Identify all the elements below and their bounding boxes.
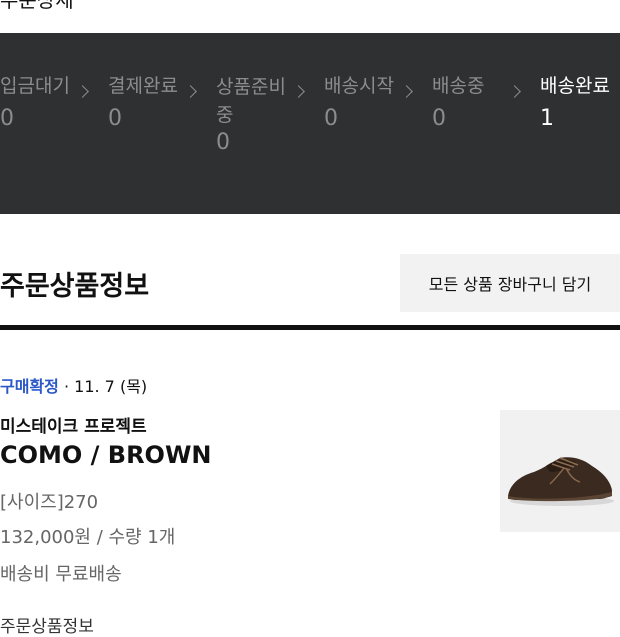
- product-thumbnail[interactable]: [500, 410, 620, 532]
- product-option: [사이즈]270: [0, 492, 99, 513]
- order-status-tracker: 입금대기 0 결제완료 0 상품준비 중 0 배송시작 0 배송중 0 배송완료…: [0, 33, 620, 214]
- order-date: · 11. 7 (목): [58, 377, 148, 396]
- product-name[interactable]: COMO / BROWN: [0, 441, 212, 469]
- product-brand[interactable]: 미스테이크 프로젝트: [0, 412, 147, 437]
- status-step-payment-complete: 결제완료 0: [108, 73, 178, 133]
- status-step-delivered: 배송완료 1: [540, 73, 610, 133]
- status-step-count: 0: [0, 106, 14, 131]
- shoe-icon: [500, 410, 620, 532]
- status-step-count: 1: [540, 106, 554, 131]
- status-step-count: 0: [108, 106, 122, 131]
- status-step-label: 배송중: [432, 75, 485, 97]
- status-step-pending-payment: 입금대기 0: [0, 73, 70, 133]
- status-step-label: 배송시작: [324, 75, 394, 97]
- chevron-right-icon: [76, 85, 89, 98]
- status-step-label: 배송완료: [540, 75, 610, 97]
- product-price-quantity: 132,000원 / 수량 1개: [0, 527, 176, 548]
- status-step-label: 입금대기: [0, 75, 70, 97]
- page-title-partial: 주문상세: [0, 0, 74, 12]
- status-step-count: 0: [324, 106, 338, 131]
- chevron-right-icon: [292, 85, 305, 98]
- status-step-shipping-started: 배송시작 0: [324, 73, 394, 133]
- status-step-in-transit: 배송중 0: [432, 73, 484, 133]
- status-step-label: 결제완료: [108, 75, 178, 97]
- chevron-right-icon: [184, 85, 197, 98]
- status-step-preparing: 상품준비 중 0: [216, 73, 286, 157]
- status-step-label: 상품준비 중: [216, 76, 286, 126]
- section-divider: [0, 325, 620, 330]
- next-section-partial: 주문상품정보: [0, 617, 94, 637]
- order-meta: 구매확정 · 11. 7 (목): [0, 373, 147, 397]
- order-status-link[interactable]: 구매확정: [0, 377, 59, 396]
- status-step-count: 0: [432, 106, 446, 131]
- status-step-count: 0: [216, 130, 230, 155]
- shipping-fee: 배송비 무료배송: [0, 564, 122, 585]
- add-all-to-cart-button[interactable]: 모든 상품 장바구니 담기: [400, 254, 620, 312]
- section-title: 주문상품정보: [0, 271, 150, 302]
- chevron-right-icon: [508, 85, 521, 98]
- chevron-right-icon: [400, 85, 413, 98]
